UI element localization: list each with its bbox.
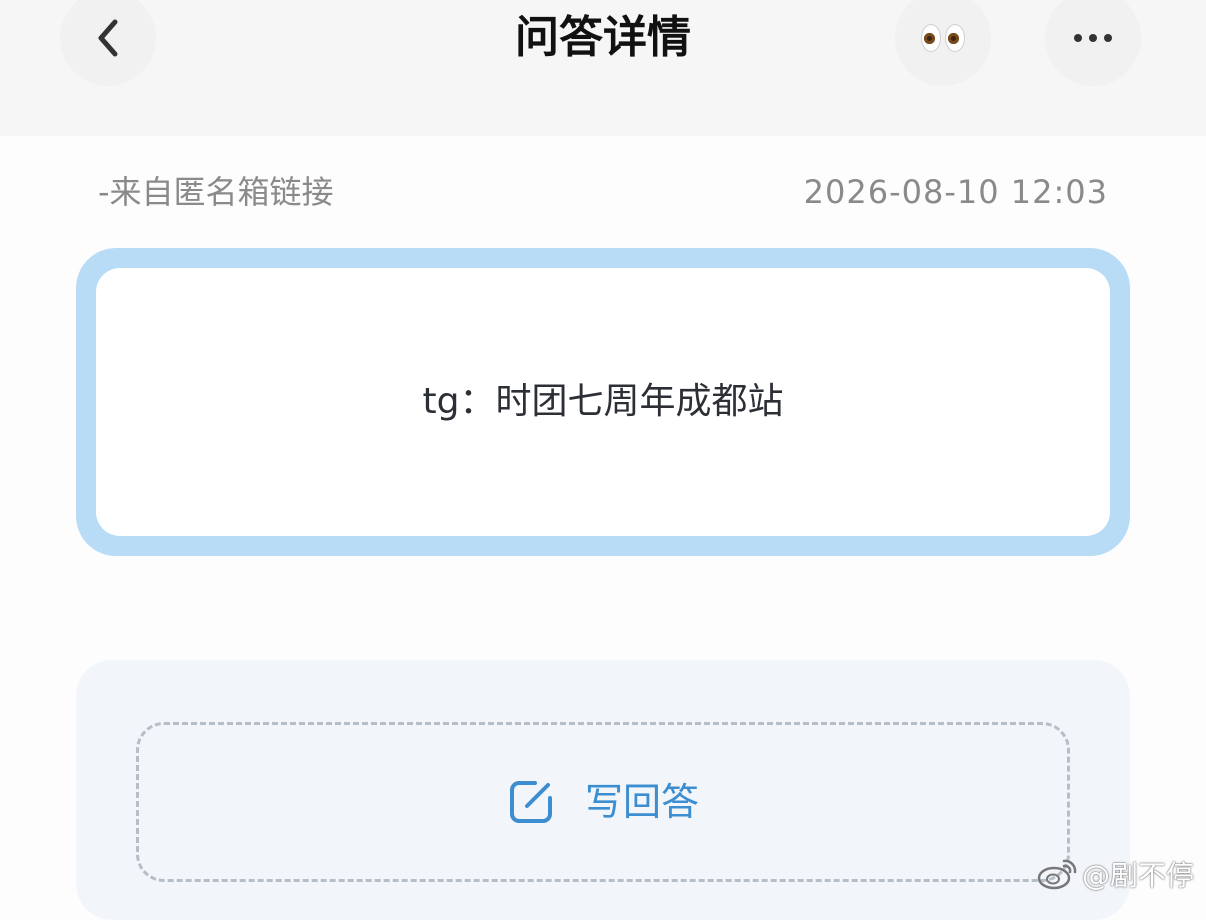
- question-source: -来自匿名箱链接: [98, 173, 334, 211]
- page-title: 问答详情: [515, 12, 691, 63]
- question-text: tg：时团七周年成都站: [422, 381, 784, 422]
- question-timestamp: 2026-08-10 12:03: [803, 173, 1108, 211]
- write-answer-button[interactable]: 写回答: [136, 722, 1070, 882]
- weibo-logo-icon: [1037, 859, 1077, 890]
- more-button[interactable]: [1045, 0, 1141, 86]
- weibo-watermark: @剧不停: [1036, 854, 1194, 894]
- question-card: tg：时团七周年成都站: [76, 248, 1130, 556]
- question-card-inner: tg：时团七周年成都站: [96, 268, 1110, 536]
- edit-icon: [509, 781, 552, 823]
- top-nav-bar: 问答详情: [0, 0, 1206, 136]
- eyes-button[interactable]: [895, 0, 991, 86]
- more-horizontal-icon: [1074, 34, 1112, 42]
- eyes-icon: [921, 24, 965, 52]
- watermark-text: @剧不停: [1081, 859, 1194, 892]
- write-answer-label: 写回答: [584, 780, 699, 824]
- answer-area: 写回答: [76, 660, 1130, 920]
